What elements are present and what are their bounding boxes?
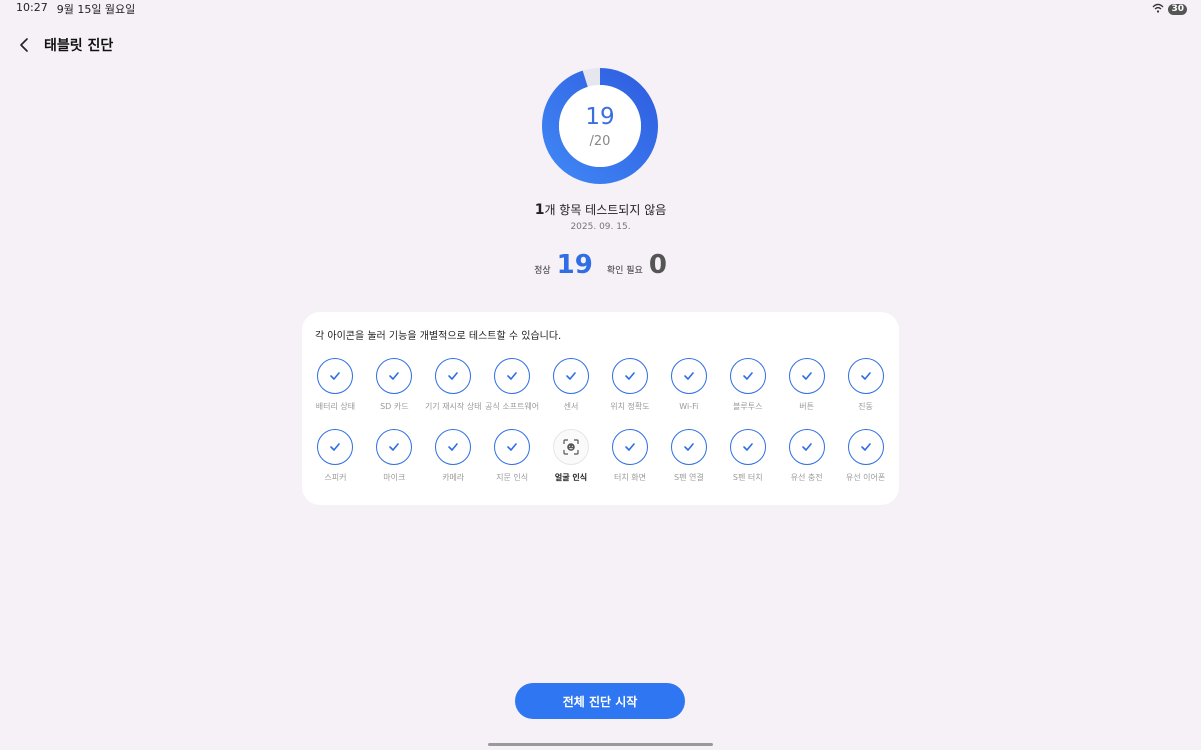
check-icon [317, 358, 354, 394]
test-item[interactable]: 기기 재시작 상태 [424, 358, 483, 413]
start-full-diagnosis-button[interactable]: 전체 진단 시작 [515, 683, 685, 719]
back-button[interactable] [14, 34, 36, 56]
test-item[interactable]: 배터리 상태 [306, 358, 365, 413]
test-item[interactable]: SD 카드 [365, 358, 424, 413]
test-item-label: 마이크 [383, 473, 406, 482]
test-item-label: 위치 정확도 [610, 402, 650, 411]
test-item-label: 기기 재시작 상태 [424, 402, 482, 411]
test-item[interactable]: 위치 정확도 [601, 358, 660, 413]
test-item-label: 센서 [563, 402, 579, 411]
check-icon [670, 429, 707, 465]
test-item[interactable]: 얼굴 인식 [542, 429, 601, 484]
battery-icon: 30 [1168, 3, 1187, 15]
test-item-label: 버튼 [799, 402, 814, 411]
check-icon [847, 358, 884, 394]
check-icon [317, 429, 354, 465]
wifi-icon [1152, 3, 1164, 16]
check-icon [611, 358, 648, 394]
test-item[interactable]: 카메라 [424, 429, 483, 484]
check-icon [435, 429, 472, 465]
check-icon [729, 358, 766, 394]
gauge-total: /20 [589, 133, 611, 149]
gauge-value: 19 [585, 103, 615, 130]
check-icon [611, 429, 648, 465]
test-items-grid: 배터리 상태 SD 카드 기기 재시작 상태 공식 소프트웨어 센서 위치 정확도 Wi-F… [302, 358, 899, 484]
test-item[interactable]: 공식 소프트웨어 [483, 358, 542, 413]
test-item[interactable]: S펜 연결 [659, 429, 718, 484]
check-icon [494, 429, 531, 465]
check-icon [847, 429, 884, 465]
test-item-label: 블루투스 [733, 402, 763, 411]
test-item-label: 스피커 [324, 473, 347, 482]
untested-count: 1 [534, 202, 545, 218]
test-item[interactable]: 진동 [836, 358, 895, 413]
check-icon [788, 358, 825, 394]
check-icon [729, 429, 766, 465]
test-item[interactable]: 지문 인식 [483, 429, 542, 484]
status-time: 10:27 [16, 1, 48, 14]
status-bar: 10:27 9월 15일 월요일 30 [0, 0, 1201, 18]
test-item[interactable]: Wi-Fi [659, 358, 718, 413]
test-item-label: 카메라 [442, 473, 465, 482]
untested-text: 개 항목 테스트되지 않음 [544, 203, 667, 217]
test-item-label: 공식 소프트웨어 [485, 402, 540, 411]
score-gauge: 19 /20 [540, 66, 660, 186]
check-icon [670, 358, 707, 394]
check-icon [788, 429, 825, 465]
test-item-label: 유선 이어폰 [845, 473, 886, 482]
check-icon [553, 358, 590, 394]
page-title: 태블릿 진단 [44, 38, 114, 54]
status-date: 9월 15일 월요일 [56, 3, 136, 16]
check-icon [376, 358, 413, 394]
test-item[interactable]: 스피커 [306, 429, 365, 484]
test-item[interactable]: 센서 [542, 358, 601, 413]
normal-label: 정상 [534, 266, 551, 276]
test-item[interactable]: 유선 충전 [777, 429, 836, 484]
test-item-label: 배터리 상태 [315, 402, 356, 411]
test-item-label: 진동 [858, 402, 873, 411]
header: 태블릿 진단 [14, 34, 113, 56]
check-needed-label: 확인 필요 [606, 266, 643, 276]
test-item[interactable]: 마이크 [365, 429, 424, 484]
test-item-label: S펜 연결 [673, 473, 704, 482]
check-needed-count: 0 [648, 250, 667, 280]
home-indicator [488, 743, 713, 746]
check-icon [376, 429, 413, 465]
chevron-left-icon [20, 38, 28, 52]
normal-count: 19 [556, 250, 593, 280]
check-icon [435, 358, 472, 394]
test-item-label: 터치 화면 [613, 473, 646, 482]
face-scan-icon [553, 429, 590, 465]
test-item-label: SD 카드 [380, 402, 409, 411]
test-item[interactable]: S펜 터치 [718, 429, 777, 484]
test-item-label: 지문 인식 [496, 473, 529, 482]
test-item-label: 유선 충전 [790, 473, 823, 482]
result-counts: 정상 19 확인 필요 0 [0, 250, 1201, 280]
test-item[interactable]: 유선 이어폰 [836, 429, 895, 484]
test-item-label: 얼굴 인식 [554, 473, 588, 482]
test-item[interactable]: 버튼 [777, 358, 836, 413]
diagnosis-date: 2025. 09. 15. [570, 222, 631, 232]
check-icon [494, 358, 531, 394]
test-items-card: 각 아이콘을 눌러 기능을 개별적으로 테스트할 수 있습니다. 배터리 상태 S… [302, 312, 899, 505]
card-description: 각 아이콘을 눌러 기능을 개별적으로 테스트할 수 있습니다. [315, 331, 562, 342]
test-item-label: Wi-Fi [679, 402, 699, 411]
untested-summary: 1개 항목 테스트되지 않음 [0, 201, 1201, 218]
test-item[interactable]: 블루투스 [718, 358, 777, 413]
test-item-label: S펜 터치 [732, 473, 763, 482]
test-item[interactable]: 터치 화면 [601, 429, 660, 484]
